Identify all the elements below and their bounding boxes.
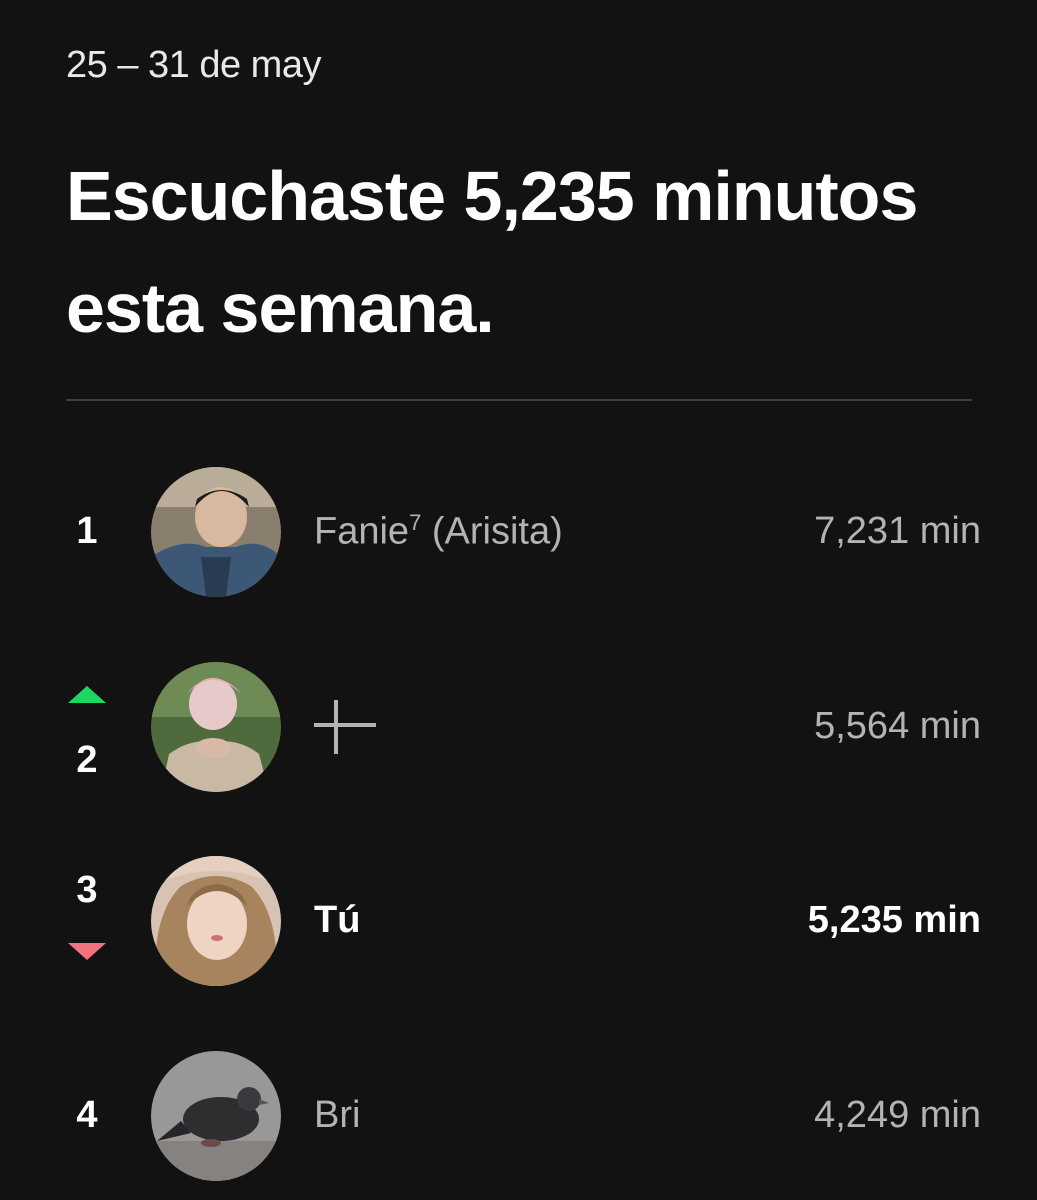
divider bbox=[66, 399, 972, 401]
avatar[interactable] bbox=[151, 662, 281, 792]
user-photo bbox=[151, 856, 281, 986]
leaderboard-row[interactable]: 4 Bri 4,249 min bbox=[0, 1051, 1037, 1181]
leaderboard-row[interactable]: 1 Fanie7 (Arisita) 7,231 min bbox=[0, 467, 1037, 597]
trend-down-icon bbox=[68, 943, 106, 960]
cross-symbol-icon bbox=[314, 700, 376, 754]
listening-minutes: 5,564 min bbox=[814, 705, 981, 747]
leaderboard-row[interactable]: 3 Tú 5,235 min bbox=[0, 856, 1037, 986]
rank-number: 2 bbox=[76, 739, 98, 781]
page-title: Escuchaste 5,235 minutos esta semana. bbox=[66, 157, 918, 347]
avatar[interactable] bbox=[151, 467, 281, 597]
friend-name-main: Fanie bbox=[314, 510, 410, 553]
avatar[interactable] bbox=[151, 856, 281, 986]
rank-number: 1 bbox=[76, 510, 98, 552]
leaderboard-row[interactable]: 2 5,564 min bbox=[0, 662, 1037, 792]
avatar[interactable] bbox=[151, 1051, 281, 1181]
date-range: 25 – 31 de may bbox=[66, 44, 321, 86]
current-user-name: Tú bbox=[314, 899, 361, 941]
friend-name: Fanie7 (Arisita) bbox=[314, 510, 563, 554]
friend-photo-2 bbox=[151, 662, 281, 792]
listening-minutes: 7,231 min bbox=[814, 510, 981, 552]
friend-name-superscript: 7 bbox=[409, 510, 422, 535]
trend-up-icon bbox=[68, 686, 106, 703]
friend-name: Bri bbox=[314, 1094, 361, 1136]
rank-number: 4 bbox=[76, 1094, 98, 1136]
pigeon-photo bbox=[151, 1051, 281, 1181]
friend-name-suffix: (Arisita) bbox=[421, 510, 563, 553]
listening-minutes: 5,235 min bbox=[807, 899, 981, 941]
listening-minutes: 4,249 min bbox=[814, 1094, 981, 1136]
rank-number: 3 bbox=[76, 869, 98, 911]
friend-photo-1 bbox=[151, 467, 281, 597]
